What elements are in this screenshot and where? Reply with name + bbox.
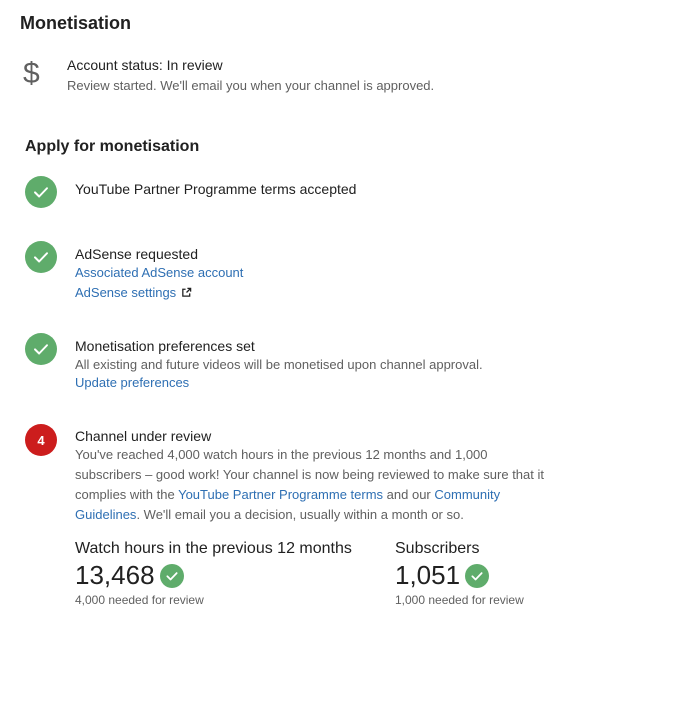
external-link-icon bbox=[181, 287, 192, 298]
step-3-title: Monetisation preferences set bbox=[75, 338, 255, 354]
adsense-settings-link-row[interactable]: AdSense settings bbox=[75, 285, 192, 300]
step-1-title: YouTube Partner Programme terms accepted bbox=[75, 181, 357, 197]
update-preferences-link[interactable]: Update preferences bbox=[75, 375, 189, 390]
subscribers-label: Subscribers bbox=[395, 540, 480, 557]
step-4-title: Channel under review bbox=[75, 428, 212, 444]
step-1-check-icon bbox=[25, 176, 57, 208]
dollar-icon: $ bbox=[23, 57, 40, 90]
subscribers-value: 1,051 bbox=[395, 560, 461, 590]
step-2-title: AdSense requested bbox=[75, 246, 198, 262]
step-3-check-icon bbox=[25, 333, 57, 365]
account-status-title: Account status: In review bbox=[67, 57, 223, 73]
step-4-text-part3: . We'll email you a decision, usually wi… bbox=[136, 507, 464, 522]
subscribers-metric: Subscribers 1,051 1,000 needed for revie… bbox=[395, 540, 524, 607]
associated-adsense-account-link[interactable]: Associated AdSense account bbox=[75, 265, 243, 280]
watch-hours-check-icon bbox=[159, 563, 184, 588]
step-4-description: You've reached 4,000 watch hours in the … bbox=[75, 445, 553, 525]
step-4-text-part2: and our bbox=[383, 487, 435, 502]
subscribers-note: 1,000 needed for review bbox=[395, 593, 524, 607]
subscribers-check-icon bbox=[465, 563, 490, 588]
watch-hours-note: 4,000 needed for review bbox=[75, 593, 204, 607]
step-4-number-badge: 4 bbox=[25, 424, 57, 456]
step-3-description: All existing and future videos will be m… bbox=[75, 357, 483, 372]
ypp-terms-link[interactable]: YouTube Partner Programme terms bbox=[178, 487, 383, 502]
watch-hours-label: Watch hours in the previous 12 months bbox=[75, 540, 352, 557]
page-title: Monetisation bbox=[20, 13, 131, 33]
account-status-subtitle: Review started. We'll email you when you… bbox=[67, 78, 435, 93]
adsense-settings-link[interactable]: AdSense settings bbox=[75, 285, 176, 300]
watch-hours-value: 13,468 bbox=[75, 560, 155, 590]
step-2-check-icon bbox=[25, 241, 57, 273]
apply-section-title: Apply for monetisation bbox=[25, 138, 200, 155]
watch-hours-metric: Watch hours in the previous 12 months 13… bbox=[75, 540, 352, 607]
